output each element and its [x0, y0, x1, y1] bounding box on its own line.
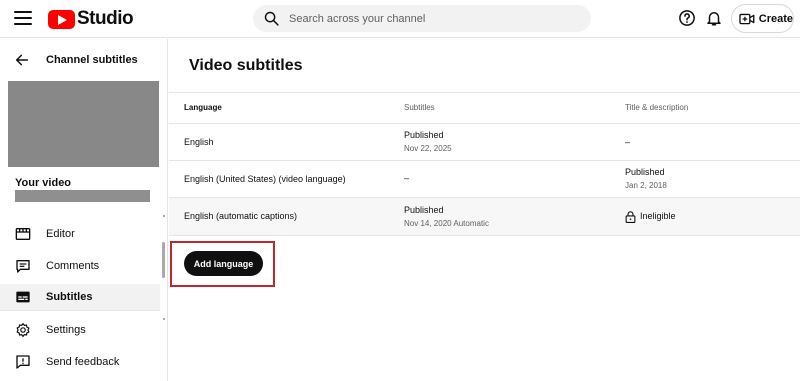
- row-subtitles-status[interactable]: Published: [404, 130, 444, 140]
- scroll-up-dot: [163, 215, 165, 217]
- feedback-icon: [16, 355, 30, 369]
- sidebar-item-send-feedback[interactable]: Send feedback: [0, 349, 160, 375]
- column-header-subtitles: Subtitles: [404, 103, 435, 112]
- sidebar-item-settings[interactable]: Settings: [0, 317, 160, 343]
- top-header: Studio Create: [0, 0, 800, 38]
- sidebar-divider: [0, 310, 160, 311]
- comments-icon: [16, 260, 30, 273]
- add-language-button[interactable]: Add language: [184, 251, 263, 276]
- create-video-icon: [739, 13, 755, 24]
- row-language: English (automatic captions): [184, 211, 298, 221]
- row-subtitles-date: Nov 14, 2020 Automatic: [404, 219, 489, 228]
- search-bar[interactable]: [253, 5, 591, 32]
- sidebar: Channel subtitles Your video Editor Comm…: [0, 39, 168, 381]
- row-divider: [169, 160, 800, 161]
- sidebar-back-title: Channel subtitles: [46, 54, 138, 66]
- row-subtitles-date: Nov 22, 2025: [404, 144, 452, 153]
- back-to-channel-subtitles[interactable]: Channel subtitles: [0, 39, 167, 79]
- sidebar-item-editor[interactable]: Editor: [0, 221, 160, 247]
- lock-icon: [625, 211, 636, 223]
- youtube-play-icon: [48, 9, 75, 29]
- page-title: Video subtitles: [189, 57, 303, 74]
- title-divider: [169, 92, 800, 93]
- menu-icon[interactable]: [14, 11, 32, 27]
- sidebar-scrollbar[interactable]: [162, 242, 165, 278]
- column-header-language: Language: [184, 103, 222, 112]
- help-icon[interactable]: [678, 9, 696, 27]
- main-content: Video subtitles Language Subtitles Title…: [169, 39, 800, 381]
- your-video-label: Your video: [15, 177, 72, 189]
- row-divider: [169, 235, 800, 236]
- sidebar-item-label: Settings: [46, 324, 86, 336]
- create-label: Create: [758, 12, 793, 25]
- subtitles-icon: [16, 291, 30, 303]
- row-subtitles-status[interactable]: Published: [404, 205, 444, 215]
- video-title-placeholder: [15, 190, 150, 202]
- row-title-status: –: [625, 137, 631, 147]
- studio-logo[interactable]: Studio: [48, 8, 134, 30]
- video-thumbnail[interactable]: [8, 81, 159, 167]
- create-button[interactable]: Create: [731, 4, 794, 33]
- logo-text: Studio: [77, 8, 134, 29]
- editor-icon: [15, 228, 31, 240]
- row-title-status[interactable]: Published: [625, 167, 665, 177]
- row-language: English (United States) (video language): [184, 174, 346, 184]
- sidebar-item-subtitles[interactable]: Subtitles: [0, 284, 160, 310]
- search-input[interactable]: [289, 9, 579, 28]
- row-language: English: [184, 137, 214, 147]
- sidebar-item-label: Editor: [46, 228, 75, 240]
- sidebar-item-label: Comments: [46, 260, 100, 272]
- sidebar-item-comments[interactable]: Comments: [0, 253, 160, 279]
- row-title-status: Ineligible: [640, 211, 676, 221]
- search-icon[interactable]: [263, 10, 280, 27]
- scroll-down-dot: [163, 318, 165, 320]
- column-header-title-description: Title & description: [625, 103, 689, 112]
- notifications-bell-icon[interactable]: [705, 9, 723, 27]
- row-title-date: Jan 2, 2018: [625, 181, 667, 190]
- sidebar-item-label: Send feedback: [46, 356, 120, 368]
- gear-icon: [16, 323, 30, 337]
- header-divider: [169, 123, 800, 124]
- row-subtitles-status: –: [404, 173, 410, 183]
- back-arrow-icon[interactable]: [14, 52, 30, 68]
- sidebar-item-label: Subtitles: [46, 291, 93, 303]
